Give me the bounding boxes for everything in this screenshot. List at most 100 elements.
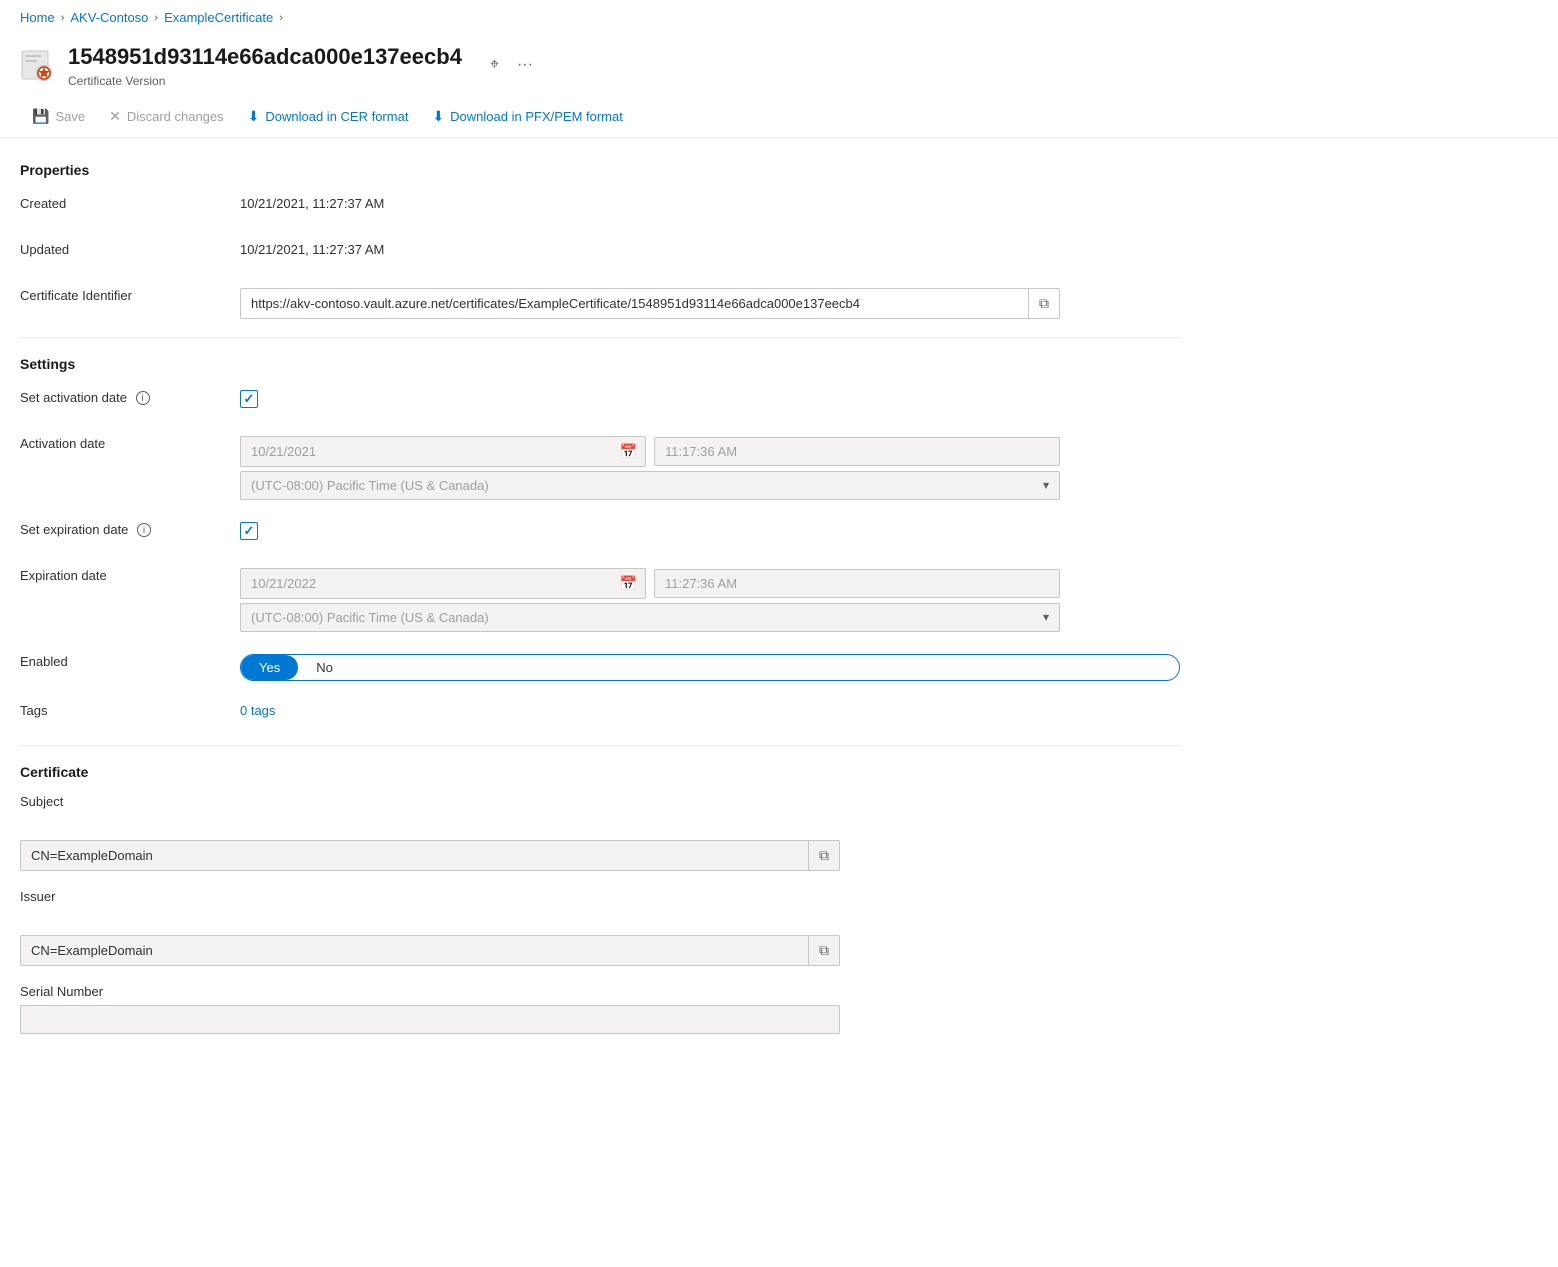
expiration-check-mark: ✓ xyxy=(244,523,255,539)
download-pfx-button[interactable]: ⬇ Download in PFX/PEM format xyxy=(420,102,634,131)
activation-time-input[interactable] xyxy=(655,438,1059,465)
main-content: Properties Created 10/21/2021, 11:27:37 … xyxy=(0,138,1200,1072)
tags-value-wrapper: 0 tags xyxy=(240,699,1180,718)
subject-field-wrapper: ⧉ xyxy=(20,840,840,871)
cert-id-row: Certificate Identifier ⧉ xyxy=(20,284,1180,319)
discard-icon: ✕ xyxy=(109,108,121,125)
expiration-date-label: Expiration date xyxy=(20,564,240,583)
serial-field[interactable] xyxy=(20,1005,840,1034)
activation-info-icon[interactable]: i xyxy=(136,391,150,405)
set-expiration-label: Set expiration date i xyxy=(20,518,240,538)
activation-timezone-chevron: ▾ xyxy=(1043,478,1049,492)
issuer-label: Issuer xyxy=(20,889,55,904)
toolbar: 💾 Save ✕ Discard changes ⬇ Download in C… xyxy=(0,96,1558,138)
breadcrumb-sep-2: › xyxy=(154,12,158,24)
tags-row: Tags 0 tags xyxy=(20,699,1180,727)
activation-timezone-row: (UTC-08:00) Pacific Time (US & Canada) ▾ xyxy=(240,471,1060,500)
more-options-icon[interactable]: ··· xyxy=(513,52,537,78)
activation-date-row: Activation date 📅 (UTC-08:00) Pacific Ti… xyxy=(20,432,1180,500)
set-activation-label: Set activation date i xyxy=(20,386,240,406)
divider-1 xyxy=(20,337,1180,338)
save-button[interactable]: 💾 Save xyxy=(20,102,97,131)
expiration-time-input[interactable] xyxy=(655,570,1059,597)
enabled-row: Enabled Yes No xyxy=(20,650,1180,681)
expiration-date-value-wrapper: 📅 (UTC-08:00) Pacific Time (US & Canada)… xyxy=(240,564,1180,632)
download-cer-button[interactable]: ⬇ Download in CER format xyxy=(236,102,421,131)
subject-copy-button[interactable]: ⧉ xyxy=(808,841,839,870)
settings-section-title: Settings xyxy=(20,356,1180,372)
activation-date-time: 📅 xyxy=(240,436,1060,467)
expiration-info-icon[interactable]: i xyxy=(137,523,151,537)
save-icon: 💾 xyxy=(32,108,49,125)
subject-section-label-row: Subject xyxy=(20,794,1180,822)
expiration-checkbox-wrapper: ✓ xyxy=(240,518,1180,540)
updated-value: 10/21/2021, 11:27:37 AM xyxy=(240,238,1180,257)
toggle-yes[interactable]: Yes xyxy=(241,655,298,680)
breadcrumb: Home › AKV-Contoso › ExampleCertificate … xyxy=(0,0,1558,35)
issuer-section-label-row: Issuer xyxy=(20,889,1180,917)
activation-time-field[interactable] xyxy=(654,437,1060,466)
page-title: 1548951d93114e66adca000e137eecb4 xyxy=(68,43,462,72)
properties-section-title: Properties xyxy=(20,162,1180,178)
enabled-label: Enabled xyxy=(20,650,240,669)
created-row: Created 10/21/2021, 11:27:37 AM xyxy=(20,192,1180,220)
updated-label: Updated xyxy=(20,238,240,257)
tags-label: Tags xyxy=(20,699,240,718)
activation-calendar-icon[interactable]: 📅 xyxy=(612,437,645,466)
set-expiration-row: Set expiration date i ✓ xyxy=(20,518,1180,546)
cert-id-field[interactable]: ⧉ xyxy=(240,288,1060,319)
updated-row: Updated 10/21/2021, 11:27:37 AM xyxy=(20,238,1180,266)
issuer-field[interactable]: ⧉ xyxy=(20,935,840,966)
breadcrumb-cert[interactable]: ExampleCertificate xyxy=(164,10,273,25)
page-header: 1548951d93114e66adca000e137eecb4 Certifi… xyxy=(0,35,1558,92)
issuer-input[interactable] xyxy=(21,937,808,964)
certificate-icon xyxy=(20,47,56,83)
discard-button[interactable]: ✕ Discard changes xyxy=(97,102,236,131)
breadcrumb-sep-3: › xyxy=(279,12,283,24)
divider-2 xyxy=(20,745,1180,746)
issuer-copy-button[interactable]: ⧉ xyxy=(808,936,839,965)
header-actions: ⌖ ··· xyxy=(486,52,537,78)
activation-date-input[interactable] xyxy=(241,438,612,465)
expiration-date-time: 📅 xyxy=(240,568,1060,599)
activation-timezone-select[interactable]: (UTC-08:00) Pacific Time (US & Canada) ▾ xyxy=(240,471,1060,500)
activation-date-label: Activation date xyxy=(20,432,240,451)
serial-input[interactable] xyxy=(21,1006,839,1033)
cert-id-field-wrapper: ⧉ xyxy=(240,284,1180,319)
expiration-date-input[interactable] xyxy=(241,570,612,597)
cert-id-input[interactable] xyxy=(241,290,1028,317)
cert-id-copy-button[interactable]: ⧉ xyxy=(1028,289,1059,318)
expiration-checkbox[interactable]: ✓ xyxy=(240,522,258,540)
subject-label: Subject xyxy=(20,794,63,809)
check-mark: ✓ xyxy=(244,391,255,407)
created-value: 10/21/2021, 11:27:37 AM xyxy=(240,192,1180,211)
serial-field-wrapper xyxy=(20,1005,840,1034)
activation-date-value-wrapper: 📅 (UTC-08:00) Pacific Time (US & Canada)… xyxy=(240,432,1180,500)
issuer-field-wrapper: ⧉ xyxy=(20,935,840,966)
activation-date-field[interactable]: 📅 xyxy=(240,436,646,467)
enabled-toggle-wrapper: Yes No xyxy=(240,650,1180,681)
title-area: 1548951d93114e66adca000e137eecb4 Certifi… xyxy=(68,43,462,88)
expiration-calendar-icon[interactable]: 📅 xyxy=(612,569,645,598)
expiration-timezone-chevron: ▾ xyxy=(1043,610,1049,624)
expiration-date-field[interactable]: 📅 xyxy=(240,568,646,599)
expiration-timezone-value: (UTC-08:00) Pacific Time (US & Canada) xyxy=(251,610,489,625)
pin-icon[interactable]: ⌖ xyxy=(486,52,503,78)
page-subtitle: Certificate Version xyxy=(68,74,462,88)
activation-timezone-value: (UTC-08:00) Pacific Time (US & Canada) xyxy=(251,478,489,493)
created-label: Created xyxy=(20,192,240,211)
toggle-no[interactable]: No xyxy=(298,655,351,680)
certificate-section-title: Certificate xyxy=(20,764,1180,780)
breadcrumb-akv[interactable]: AKV-Contoso xyxy=(70,10,148,25)
subject-field[interactable]: ⧉ xyxy=(20,840,840,871)
breadcrumb-sep-1: › xyxy=(61,12,65,24)
expiration-timezone-select[interactable]: (UTC-08:00) Pacific Time (US & Canada) ▾ xyxy=(240,603,1060,632)
tags-link[interactable]: 0 tags xyxy=(240,703,275,718)
breadcrumb-home[interactable]: Home xyxy=(20,10,55,25)
activation-checkbox[interactable]: ✓ xyxy=(240,390,258,408)
enabled-toggle[interactable]: Yes No xyxy=(240,654,1180,681)
expiration-time-field[interactable] xyxy=(654,569,1060,598)
cert-id-label: Certificate Identifier xyxy=(20,284,240,303)
subject-input[interactable] xyxy=(21,842,808,869)
activation-checkbox-wrapper: ✓ xyxy=(240,386,1180,408)
